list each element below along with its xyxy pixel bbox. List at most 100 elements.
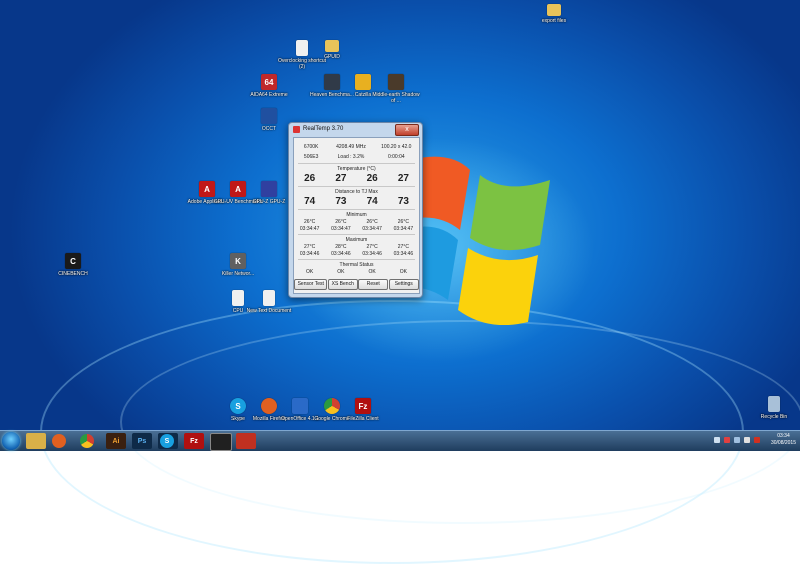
divider <box>298 209 415 210</box>
taskbar-explorer-icon[interactable] <box>26 433 46 449</box>
desktop-icon-gpuid[interactable]: GPUID <box>306 40 358 60</box>
thermal-status: OK <box>337 269 345 275</box>
desktop-icon-label: CPU <box>232 308 244 314</box>
tray-network-icon[interactable] <box>734 437 740 443</box>
desktop-icon-label: AIDA64 Extreme <box>250 92 288 98</box>
taskbar-realtemp-icon[interactable] <box>236 433 256 449</box>
desktop-icon-label: export files <box>541 18 567 24</box>
tray-flag-icon[interactable] <box>724 437 730 443</box>
cpu-frequency: 4208.49 MHz <box>336 144 366 150</box>
desktop-icon-filezilla[interactable]: Fz FileZilla Client <box>337 398 389 422</box>
min-time: 03:34:47 <box>299 226 320 232</box>
max-time: 03:34:46 <box>393 251 414 257</box>
clock[interactable]: 03:34 30/08/2015 <box>771 433 796 447</box>
filezilla-icon: Fz <box>355 398 371 414</box>
start-button[interactable] <box>2 432 20 450</box>
thermal-status: OK <box>368 269 376 275</box>
tray-arrow-icon[interactable] <box>714 437 720 443</box>
cpu-info-row: 6700K 4208.49 MHz 100.20 x 42.0 <box>294 144 419 150</box>
sensor-test-button[interactable]: Sensor Test <box>294 279 328 290</box>
desktop-icon-label: Recycle Bin <box>760 414 788 420</box>
desktop-icon-label: FileZilla Client <box>347 416 379 422</box>
window-title: RealTemp 3.70 <box>303 126 344 132</box>
max-temperature: 27°C <box>397 244 409 250</box>
taskbar-cmd-icon[interactable] <box>210 433 232 451</box>
tray-realtemp-icon[interactable] <box>754 437 760 443</box>
clock-time: 03:34 <box>777 433 790 439</box>
taskbar-chrome-icon[interactable] <box>80 434 94 448</box>
taskbar-firefox-icon[interactable] <box>52 434 66 448</box>
max-time: 03:34:46 <box>299 251 320 257</box>
recycle-bin-icon <box>768 396 780 412</box>
desktop-icon-label: OCCT <box>261 126 277 132</box>
folder-icon <box>547 4 561 16</box>
core-distance: 74 <box>304 196 316 207</box>
divider <box>298 234 415 235</box>
thermal-status: OK <box>306 269 314 275</box>
system-tray <box>714 437 760 443</box>
minimum-time-row: 03:34:47 03:34:47 03:34:47 03:34:47 <box>294 226 419 232</box>
taskbar-skype-icon[interactable]: S <box>160 434 174 448</box>
core-temperature: 26 <box>304 173 316 184</box>
core-temperature: 27 <box>397 173 409 184</box>
core-temperature: 27 <box>335 173 347 184</box>
desktop-icon-label: New Text Document <box>246 308 292 314</box>
game-icon <box>388 74 404 90</box>
cinebench-icon: C <box>65 253 81 269</box>
button-bar: Sensor Test XS Bench Reset Settings <box>294 279 419 290</box>
file-icon <box>263 290 275 306</box>
desktop-icon-aida64[interactable]: 64 AIDA64 Extreme <box>243 74 295 98</box>
minimum-temp-row: 26°C 26°C 26°C 26°C <box>294 219 419 225</box>
settings-button[interactable]: Settings <box>388 279 419 290</box>
distance-header: Distance to TJ Max <box>335 189 378 195</box>
max-time: 03:34:46 <box>362 251 382 257</box>
realtemp-icon <box>293 126 300 133</box>
max-temperature: 28°C <box>335 244 347 250</box>
taskbar-photoshop-icon[interactable]: Ps <box>132 433 152 449</box>
min-time: 03:34:47 <box>362 226 382 232</box>
desktop-icon-label: Killer Networ... <box>221 271 255 277</box>
desktop-icon-recycle-bin[interactable]: Recycle Bin <box>748 396 800 420</box>
min-temperature: 26°C <box>304 219 316 225</box>
realtemp-panel: 6700K 4208.49 MHz 100.20 x 42.0 506E3 Lo… <box>293 137 420 294</box>
reset-button[interactable]: Reset <box>358 279 389 290</box>
desktop: export files Overclocking shortcut (2) G… <box>0 0 800 564</box>
desktop-icon-export-files[interactable]: export files <box>528 4 580 24</box>
min-time: 03:34:47 <box>393 226 414 232</box>
min-temperature: 26°C <box>366 219 378 225</box>
max-time: 03:34:46 <box>331 251 351 257</box>
window-titlebar[interactable]: RealTemp 3.70 x <box>289 123 422 136</box>
desktop-icon-label: Catzilla <box>354 92 372 98</box>
cpu-model: 6700K <box>303 144 319 150</box>
tray-volume-icon[interactable] <box>744 437 750 443</box>
wallpaper-swoosh <box>120 320 800 524</box>
folder-icon <box>325 40 339 52</box>
realtemp-window[interactable]: RealTemp 3.70 x 6700K 4208.49 MHz 100.20… <box>288 122 423 298</box>
taskbar-illustrator-icon[interactable]: Ai <box>106 433 126 449</box>
maximum-time-row: 03:34:46 03:34:46 03:34:46 03:34:46 <box>294 251 419 257</box>
cpu-load: Load : 3.2% <box>337 154 365 160</box>
desktop-icon-label: CINEBENCH <box>58 271 88 277</box>
core-distance: 73 <box>397 196 409 207</box>
taskbar-filezilla-icon[interactable]: Fz <box>184 433 204 449</box>
maximum-temp-row: 27°C 28°C 27°C 27°C <box>294 244 419 250</box>
desktop-icon-middle-earth[interactable]: Middle-earth Shadow of ... <box>370 74 422 104</box>
minimum-header: Minimum <box>346 212 367 218</box>
thermal-status-header: Thermal Status <box>339 262 374 268</box>
distance-row: 74 73 74 73 <box>294 196 419 207</box>
clock-date: 30/08/2015 <box>770 440 796 446</box>
desktop-icon-killer[interactable]: K Killer Networ... <box>212 253 264 277</box>
cpu-info-row: 506E3 Load : 3.2% 0:00:04 <box>294 154 419 160</box>
desktop-icon-cinebench[interactable]: C CINEBENCH <box>47 253 99 277</box>
min-time: 03:34:47 <box>331 226 351 232</box>
elapsed-time: 0:00:04 <box>387 154 405 160</box>
gpuz-icon <box>261 181 277 197</box>
desktop-icon-label: GPU-Z GPU-Z <box>252 199 286 205</box>
temperature-row: 26 27 26 27 <box>294 173 419 184</box>
cpu-vid: 506E3 <box>303 154 319 160</box>
cpu-multiplier: 100.20 x 42.0 <box>381 144 412 150</box>
xs-bench-button[interactable]: XS Bench <box>327 279 358 290</box>
maximum-header: Maximum <box>345 237 368 243</box>
close-button[interactable]: x <box>395 124 419 136</box>
core-distance: 73 <box>335 196 347 207</box>
